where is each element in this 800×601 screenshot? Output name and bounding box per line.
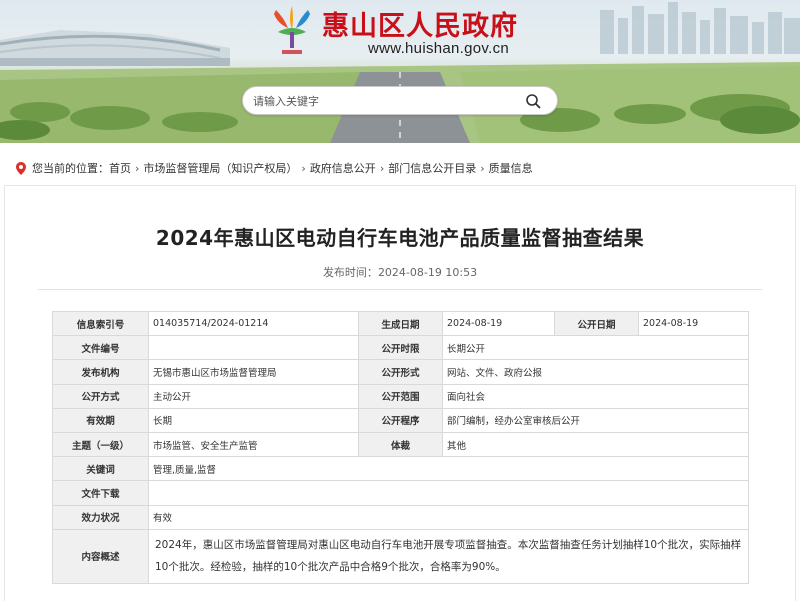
public-period-value: 长期公开 [442, 335, 749, 361]
public-form-label: 公开形式 [358, 359, 443, 385]
breadcrumb-separator: › [480, 161, 485, 175]
public-period-label: 公开时限 [358, 335, 443, 361]
table-row: 效力状况 有效 [52, 504, 749, 530]
status-label: 效力状况 [52, 504, 149, 530]
doc-no-label: 文件编号 [52, 335, 149, 361]
table-row: 关键词 管理,质量,监督 [52, 456, 749, 482]
created-value: 2024-08-19 [442, 310, 555, 337]
breadcrumb-separator: › [379, 161, 385, 175]
issuer-label: 发布机构 [52, 359, 149, 385]
public-date-label: 公开日期 [554, 310, 639, 337]
public-method-label: 公开方式 [52, 383, 149, 409]
table-row: 内容概述 2024年，惠山区市场监督管理局对惠山区电动自行车电池开展专项监督抽查… [52, 528, 749, 584]
publish-time: 2024-08-19 10:53 [377, 266, 478, 279]
table-row: 文件编号 公开时限 长期公开 [52, 335, 749, 361]
table-row: 发布机构 无锡市惠山区市场监督管理局 公开形式 网站、文件、政府公报 [52, 359, 749, 385]
article-title: 2024年惠山区电动自行车电池产品质量监督抽查结果 [155, 226, 645, 250]
breadcrumb-prefix: 您当前的位置： [32, 162, 109, 175]
search-input[interactable] [253, 91, 513, 111]
keywords-value: 管理,质量,监督 [148, 456, 749, 482]
download-label: 文件下载 [52, 480, 149, 506]
doc-no-value [148, 335, 359, 361]
search-bar [242, 86, 558, 115]
breadcrumb: 您当前的位置： 首页 › 市场监督管理局（知识产权局） › 政府信息公开 › 部… [16, 160, 533, 176]
publish-info: 发布时间：2024-08-19 10:53 [0, 264, 800, 280]
public-method-value: 主动公开 [148, 383, 359, 409]
genre-label: 体裁 [358, 431, 443, 458]
genre-value: 其他 [442, 431, 749, 458]
validity-label: 有效期 [52, 407, 149, 433]
breadcrumb-dept-catalog[interactable]: 部门信息公开目录 [388, 160, 476, 176]
issuer-value: 无锡市惠山区市场监督管理局 [148, 359, 359, 385]
summary-value: 2024年，惠山区市场监督管理局对惠山区电动自行车电池开展专项监督抽查。本次监督… [148, 528, 749, 584]
site-title: 惠山区人民政府 [322, 11, 518, 42]
header-banner: 惠山区人民政府 www.huishan.gov.cn [0, 0, 800, 143]
public-scope-value: 面向社会 [442, 383, 749, 409]
topic-value: 市场监管、安全生产监管 [148, 431, 359, 458]
table-row: 公开方式 主动公开 公开范围 面向社会 [52, 383, 749, 409]
location-pin-icon [16, 161, 26, 175]
index-value: 014035714/2024-01214 [148, 310, 359, 337]
breadcrumb-gov-info[interactable]: 政府信息公开 [310, 160, 376, 176]
keywords-label: 关键词 [52, 456, 149, 482]
index-label: 信息索引号 [52, 310, 149, 337]
site-url: www.huishan.gov.cn [368, 40, 510, 57]
table-row: 有效期 长期 公开程序 部门编制，经办公室审核后公开 [52, 407, 749, 433]
download-value [148, 480, 749, 506]
breadcrumb-home[interactable]: 首页 [109, 160, 131, 176]
huishan-logo-icon [274, 6, 310, 54]
topic-label: 主题（一级） [52, 431, 149, 458]
public-scope-label: 公开范围 [358, 383, 443, 409]
procedure-label: 公开程序 [358, 407, 443, 433]
breadcrumb-separator: › [135, 161, 140, 175]
table-row: 信息索引号 014035714/2024-01214 生成日期 2024-08-… [52, 310, 749, 337]
procedure-value: 部门编制，经办公室审核后公开 [442, 407, 749, 433]
status-value: 有效 [148, 504, 749, 530]
validity-value: 长期 [148, 407, 359, 433]
title-divider [38, 289, 762, 290]
breadcrumb-market-bureau[interactable]: 市场监督管理局（知识产权局） [143, 160, 297, 176]
info-table: 信息索引号 014035714/2024-01214 生成日期 2024-08-… [52, 310, 749, 584]
table-row: 主题（一级） 市场监管、安全生产监管 体裁 其他 [52, 431, 749, 458]
table-row: 文件下载 [52, 480, 749, 506]
search-icon[interactable] [525, 93, 541, 109]
public-form-value: 网站、文件、政府公报 [442, 359, 749, 385]
breadcrumb-separator: › [301, 161, 306, 175]
summary-label: 内容概述 [52, 528, 149, 584]
created-label: 生成日期 [358, 310, 443, 337]
breadcrumb-quality-info[interactable]: 质量信息 [489, 160, 533, 176]
public-date-value: 2024-08-19 [638, 310, 749, 337]
publish-label: 发布时间： [322, 266, 378, 279]
